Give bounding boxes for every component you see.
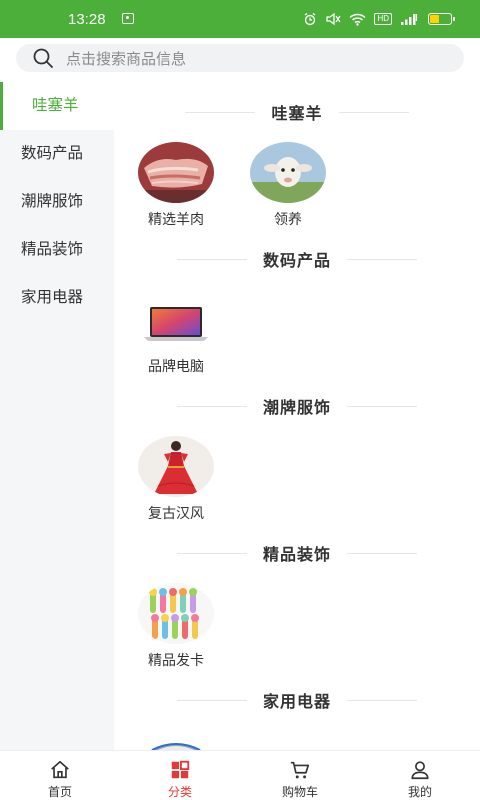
mute-icon <box>326 12 341 26</box>
section-decor: 精品装饰 精品发卡 <box>114 523 480 670</box>
divider <box>176 552 247 554</box>
section-title: 数码产品 <box>262 253 331 270</box>
section-fashion: 潮牌服饰 复古汉风 <box>114 376 480 523</box>
section-title: 精品装饰 <box>262 547 331 564</box>
tab-category[interactable]: 分类 <box>120 751 240 800</box>
status-bar: 13:28 HD <box>0 0 480 38</box>
product-label: 精品发卡 <box>148 652 204 668</box>
signal-icon <box>401 13 418 25</box>
section-header: 哇塞羊 <box>114 82 480 142</box>
user-icon <box>411 761 429 780</box>
battery-icon <box>428 13 455 25</box>
section-header: 精品装饰 <box>114 523 480 583</box>
category-icon <box>171 760 190 779</box>
section-title: 家用电器 <box>262 694 331 711</box>
alarm-icon <box>305 13 316 26</box>
section-header: 家用电器 <box>114 670 480 730</box>
tab-label: 分类 <box>167 785 192 799</box>
product-grid: 品牌电脑 <box>114 289 480 376</box>
tab-label: 购物车 <box>281 785 318 799</box>
sidebar-item-appliances[interactable]: 家用电器 <box>0 274 114 322</box>
hd-badge: HD <box>374 13 392 25</box>
section-title: 潮牌服饰 <box>262 400 331 417</box>
section-appliances: 家用电器 <box>114 670 480 750</box>
product-grid: 精品发卡 <box>114 583 480 670</box>
wifi-icon <box>349 13 366 26</box>
divider <box>347 405 417 407</box>
divider <box>185 111 256 113</box>
bottom-tab-bar: 首页 分类 购物车 我的 <box>0 750 480 800</box>
sheep-image <box>250 142 326 203</box>
hanfu-dress-image <box>138 436 214 497</box>
product-grid: 复古汉风 <box>114 436 480 523</box>
section-header: 潮牌服饰 <box>114 376 480 436</box>
tab-label: 首页 <box>47 785 72 799</box>
product-label: 品牌电脑 <box>148 358 204 374</box>
product-item-appliance[interactable] <box>138 730 250 750</box>
category-content: 哇塞羊 精选羊肉 领养 数码产品 品牌电脑 潮牌服饰 复古汉风 精品装饰 精品发… <box>114 82 480 750</box>
section-title: 哇塞羊 <box>271 106 323 123</box>
product-grid: 精选羊肉 领养 <box>114 142 480 229</box>
product-item-hairclips[interactable]: 精品发卡 <box>138 583 250 670</box>
divider <box>338 111 409 113</box>
sidebar-item-fashion[interactable]: 潮牌服饰 <box>0 178 114 226</box>
section-digital: 数码产品 品牌电脑 <box>114 229 480 376</box>
search-bar-container: 点击搜索商品信息 <box>0 38 480 82</box>
divider <box>176 699 247 701</box>
sidebar-item-digital[interactable]: 数码产品 <box>0 130 114 178</box>
search-input[interactable]: 点击搜索商品信息 <box>16 44 464 72</box>
battery-level <box>430 15 439 23</box>
product-grid <box>114 730 480 750</box>
tab-mine[interactable]: 我的 <box>360 751 480 800</box>
section-header: 数码产品 <box>114 229 480 289</box>
sidebar-item-decor[interactable]: 精品装饰 <box>0 226 114 274</box>
sidebar-item-wasaiyang[interactable]: 哇塞羊 <box>0 82 114 130</box>
home-icon <box>51 760 69 779</box>
product-label: 领养 <box>274 211 302 227</box>
product-label: 精选羊肉 <box>148 211 204 227</box>
status-time: 13:28 <box>68 11 106 28</box>
tab-label: 我的 <box>407 785 432 799</box>
product-item-hanfu[interactable]: 复古汉风 <box>138 436 250 523</box>
divider <box>347 258 417 260</box>
tab-cart[interactable]: 购物车 <box>240 751 360 800</box>
cart-icon <box>290 761 310 779</box>
divider <box>176 258 247 260</box>
category-sidebar: 哇塞羊 数码产品 潮牌服饰 精品装饰 家用电器 <box>0 82 114 750</box>
product-item-adopt[interactable]: 领养 <box>250 142 362 229</box>
hairclips-image <box>138 583 214 644</box>
product-item-lamb-meat[interactable]: 精选羊肉 <box>138 142 250 229</box>
product-item-brand-laptop[interactable]: 品牌电脑 <box>138 289 250 376</box>
divider <box>176 405 247 407</box>
divider <box>347 699 417 701</box>
product-label: 复古汉风 <box>148 505 204 521</box>
divider <box>347 552 417 554</box>
status-icons: HD <box>303 11 455 27</box>
section-wasaiyang: 哇塞羊 精选羊肉 领养 <box>114 82 480 229</box>
laptop-image <box>138 289 214 350</box>
appliance-image <box>138 730 214 750</box>
search-placeholder: 点击搜索商品信息 <box>66 50 187 68</box>
tab-home[interactable]: 首页 <box>0 751 120 800</box>
sim-icon <box>122 13 134 24</box>
lamb-meat-image <box>138 142 214 203</box>
search-icon <box>33 48 53 68</box>
